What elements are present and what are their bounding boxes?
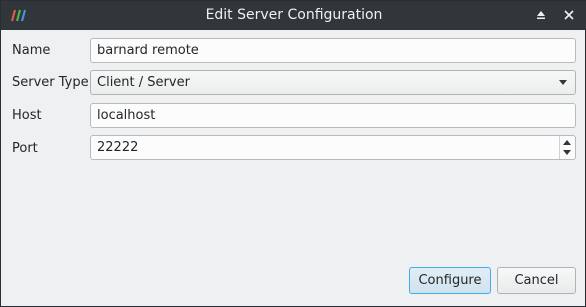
server-type-label: Server Type [12, 75, 89, 90]
name-value: barnard remote [97, 43, 199, 58]
chevron-down-icon [559, 80, 567, 85]
host-input[interactable]: localhost [90, 103, 576, 128]
arrow-down-icon[interactable] [563, 150, 571, 155]
host-label: Host [12, 108, 42, 123]
eject-icon[interactable] [532, 6, 550, 24]
server-type-value: Client / Server [97, 75, 190, 90]
name-label: Name [12, 43, 51, 58]
arrow-up-icon[interactable] [563, 140, 571, 145]
close-icon[interactable] [560, 6, 578, 24]
port-stepper[interactable] [559, 136, 575, 159]
name-input[interactable]: barnard remote [90, 38, 576, 63]
window-title: Edit Server Configuration [205, 7, 383, 23]
configure-button[interactable]: Configure [409, 267, 491, 294]
port-value: 22222 [97, 140, 139, 155]
title-bar[interactable]: Edit Server Configuration [1, 1, 586, 30]
host-value: localhost [97, 108, 156, 123]
port-spinbox[interactable]: 22222 [90, 135, 576, 160]
server-type-select[interactable]: Client / Server [90, 70, 576, 95]
cancel-button[interactable]: Cancel [497, 267, 576, 294]
port-label: Port [12, 141, 38, 156]
dialog-window: Edit Server Configuration Name barnard r… [0, 0, 586, 307]
